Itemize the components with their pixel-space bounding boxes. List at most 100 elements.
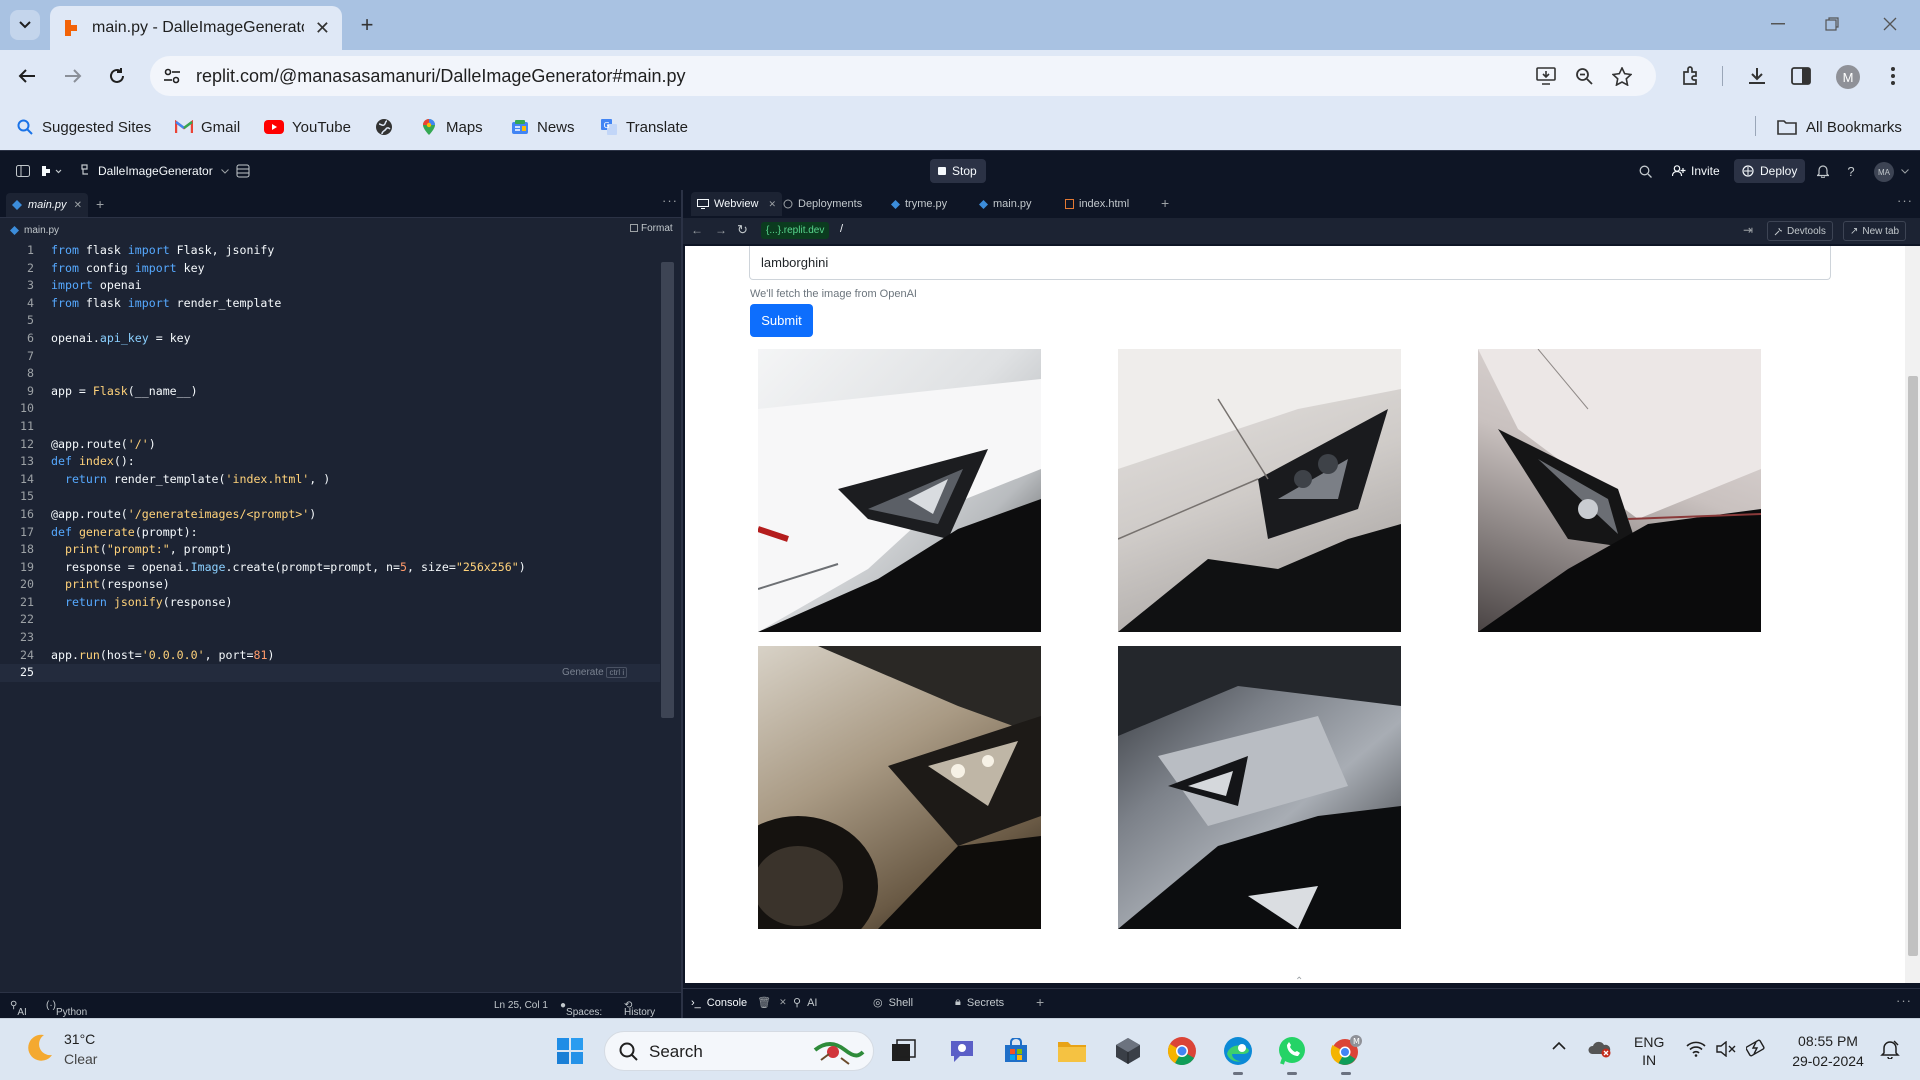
ai-status[interactable]: ⚲ AI (10, 1000, 27, 1018)
webview-back-icon[interactable]: ← (691, 223, 703, 237)
generated-image[interactable] (1478, 349, 1761, 632)
language-indicator[interactable]: ENG IN (1634, 1033, 1664, 1069)
code-line[interactable]: 1 from flask import Flask, jsonify (0, 242, 660, 260)
downloads-icon[interactable] (1744, 63, 1770, 89)
code-line[interactable]: 23 (0, 629, 660, 647)
invite-button[interactable]: Invite (1664, 159, 1728, 183)
extensions-icon[interactable] (1678, 63, 1704, 89)
open-external-icon[interactable]: ⇥ (1743, 223, 1753, 237)
bell-icon[interactable] (1814, 162, 1832, 180)
search-icon[interactable] (1636, 162, 1654, 180)
site-info-icon[interactable] (160, 64, 184, 88)
volume-muted-icon[interactable] (1716, 1041, 1736, 1057)
tab-secrets[interactable]: 🔒︎ Secrets (955, 996, 1004, 1009)
clock[interactable]: 08:55 PM 29-02-2024 (1786, 1031, 1870, 1071)
close-tab-icon[interactable]: ✕ (768, 199, 776, 210)
restore-icon[interactable] (1820, 12, 1844, 36)
webview-scrollbar[interactable] (1905, 246, 1920, 983)
code-line[interactable]: 6 openai.api_key = key (0, 330, 660, 348)
tab-deployments[interactable]: Deployments (777, 192, 868, 216)
language-status[interactable]: (·) Python (46, 1000, 87, 1018)
code-line[interactable]: 12 @app.route('/') (0, 436, 660, 454)
code-line[interactable]: 4 from flask import render_template (0, 295, 660, 313)
weather-moon-icon[interactable] (22, 1031, 54, 1063)
preview-more-icon[interactable]: ··· (1897, 193, 1913, 208)
reload-button[interactable] (104, 63, 130, 89)
generated-image[interactable] (1118, 646, 1401, 929)
tab-search-button[interactable] (10, 10, 40, 40)
close-window-icon[interactable] (1878, 12, 1902, 36)
wifi-icon[interactable] (1686, 1041, 1706, 1057)
tab-shell[interactable]: ◎ Shell (873, 996, 913, 1010)
spaces-setting[interactable]: ● Spaces: 2 (560, 1000, 602, 1029)
new-tab-button-webview[interactable]: ↗ New tab (1843, 221, 1907, 241)
browser-tab-active[interactable]: main.py - DalleImageGenerator - Replit ✕ (50, 6, 342, 50)
app-cube-icon[interactable] (1110, 1033, 1146, 1069)
bookmark-globe[interactable] (375, 116, 401, 138)
edge-icon[interactable] (1220, 1033, 1256, 1075)
tab-index-html[interactable]: index.html (1059, 192, 1135, 216)
stop-button[interactable]: Stop (930, 159, 986, 183)
close-tab-icon[interactable]: ✕ (315, 18, 330, 39)
profile-avatar[interactable]: M (1836, 65, 1860, 89)
deploy-button[interactable]: Deploy (1734, 159, 1806, 183)
chrome-menu-icon[interactable] (1880, 63, 1906, 89)
webview-reload-icon[interactable]: ↻ (737, 222, 748, 238)
code-area[interactable]: 1 from flask import Flask, jsonify 2 from … (0, 242, 660, 942)
file-explorer-icon[interactable] (1054, 1033, 1090, 1069)
domain-chip[interactable]: {...}.replit.dev (761, 222, 830, 239)
close-tab-icon[interactable]: ✕ (779, 997, 787, 1008)
bookmark-maps[interactable]: Maps (420, 116, 483, 138)
battery-charging-icon[interactable] (1746, 1039, 1768, 1057)
database-icon[interactable] (234, 162, 252, 180)
tab-console[interactable]: ›_ Console 🗑 ✕ (691, 996, 787, 1010)
all-bookmarks-button[interactable]: All Bookmarks (1776, 116, 1902, 138)
prompt-input[interactable]: lamborghini (749, 246, 1831, 280)
bookmark-youtube[interactable]: YouTube (264, 116, 351, 138)
code-line[interactable]: 18 print("prompt:", prompt) (0, 541, 660, 559)
generated-image[interactable] (758, 646, 1041, 929)
new-editor-tab-button[interactable]: + (96, 196, 104, 212)
cursor-position[interactable]: Ln 25, Col 1 (494, 1000, 548, 1011)
code-line[interactable]: 2 from config import key (0, 260, 660, 278)
bookmark-news[interactable]: News (511, 116, 575, 138)
editor-more-icon[interactable]: ··· (662, 193, 678, 208)
sidebar-toggle-icon[interactable] (14, 162, 32, 180)
side-panel-icon[interactable] (1788, 63, 1814, 89)
forward-button[interactable] (60, 63, 86, 89)
code-line[interactable]: 22 (0, 611, 660, 629)
code-line[interactable]: 8 (0, 365, 660, 383)
address-bar[interactable]: replit.com/@manasasamanuri/DalleImageGen… (150, 56, 1656, 96)
new-tab-button[interactable]: + (354, 12, 380, 38)
chevron-up-icon[interactable] (1552, 1041, 1566, 1050)
tab-main-py[interactable]: main.py ✕ (6, 193, 88, 217)
chrome-icon[interactable] (1164, 1033, 1200, 1069)
chevron-down-icon[interactable] (1896, 162, 1914, 180)
generated-image[interactable] (1118, 349, 1401, 632)
bottom-more-icon[interactable]: ··· (1896, 993, 1912, 1008)
bookmark-star-icon[interactable] (1610, 64, 1634, 88)
weather-temp[interactable]: 31°C (64, 1031, 95, 1047)
code-line[interactable]: 15 (0, 488, 660, 506)
help-icon[interactable]: ? (1842, 162, 1860, 180)
code-line[interactable]: 24 app.run(host='0.0.0.0', port=81) (0, 647, 660, 665)
code-line[interactable]: 11 (0, 418, 660, 436)
chevron-up-icon[interactable]: ⌃ (1295, 976, 1303, 987)
close-tab-icon[interactable]: ✕ (74, 200, 82, 211)
onedrive-offline-icon[interactable] (1588, 1038, 1612, 1058)
code-line-active[interactable]: 25 Generate ctrl i (0, 664, 660, 682)
code-line[interactable]: 7 (0, 348, 660, 366)
chevron-down-icon[interactable] (216, 162, 234, 180)
tab-webview[interactable]: Webview ✕ (691, 192, 782, 216)
install-app-icon[interactable] (1534, 64, 1558, 88)
code-line[interactable]: 21 return jsonify(response) (0, 594, 660, 612)
weather-desc[interactable]: Clear (64, 1051, 97, 1067)
bookmark-translate[interactable]: G Translate (600, 116, 688, 138)
task-view-icon[interactable] (886, 1033, 922, 1069)
scrollbar-thumb[interactable] (1908, 376, 1918, 956)
code-line[interactable]: 5 (0, 312, 660, 330)
code-line[interactable]: 17 def generate(prompt): (0, 524, 660, 542)
chrome-profile-icon[interactable]: M (1328, 1033, 1364, 1075)
code-line[interactable]: 10 (0, 400, 660, 418)
zoom-icon[interactable] (1572, 64, 1596, 88)
